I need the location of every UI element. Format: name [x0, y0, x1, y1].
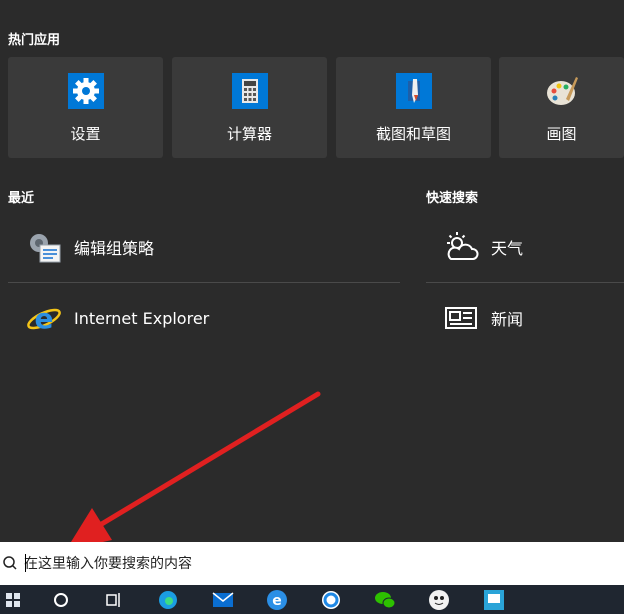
recent-item-internet-explorer[interactable]: e Internet Explorer — [26, 293, 209, 343]
app-label-settings: 设置 — [70, 125, 101, 143]
task-view-icon[interactable] — [101, 588, 127, 612]
search-input[interactable] — [24, 548, 584, 579]
edge-icon[interactable] — [155, 588, 181, 612]
recent-item-label: 编辑组策略 — [74, 239, 155, 258]
app-label-calculator: 计算器 — [226, 125, 272, 143]
weather-icon — [443, 229, 479, 265]
quick-search-divider — [426, 282, 624, 283]
news-icon — [443, 300, 479, 336]
search-icon — [0, 553, 22, 575]
app-tile-snip-sketch[interactable]: 截图和草图 — [336, 57, 491, 158]
paint-palette-icon — [544, 73, 580, 109]
svg-text:e: e — [272, 593, 282, 609]
wechat-icon[interactable] — [372, 588, 398, 612]
group-policy-icon — [26, 229, 62, 265]
recent-title: 最近 — [8, 191, 35, 206]
quick-search-item-label: 天气 — [491, 239, 524, 258]
quick-search-item-news[interactable]: 新闻 — [443, 293, 523, 343]
app-icon[interactable] — [481, 588, 507, 612]
search-bar[interactable] — [0, 542, 624, 585]
app-label-snip-sketch: 截图和草图 — [375, 125, 451, 143]
popular-apps-title: 热门应用 — [8, 33, 61, 48]
snip-sketch-icon — [395, 73, 432, 109]
cortana-icon[interactable] — [48, 588, 74, 612]
qq-browser-icon[interactable] — [318, 588, 344, 612]
app-label-paint: 画图 — [546, 125, 577, 143]
recent-item-label: Internet Explorer — [74, 308, 210, 328]
internet-explorer-icon: e — [26, 300, 62, 336]
text-caret — [25, 554, 26, 572]
mail-icon[interactable] — [210, 588, 236, 612]
svg-text:e: e — [35, 302, 54, 335]
quick-search-item-label: 新闻 — [491, 310, 524, 329]
taskbar: e — [0, 585, 624, 614]
recent-divider — [8, 282, 400, 283]
start-icon[interactable] — [0, 588, 26, 612]
app-tile-calculator[interactable]: 计算器 — [172, 57, 327, 158]
game-icon[interactable] — [426, 588, 452, 612]
settings-gear-icon — [67, 73, 104, 109]
app-tile-settings[interactable]: 设置 — [8, 57, 163, 158]
recent-item-group-policy[interactable]: 编辑组策略 — [26, 222, 154, 272]
quick-search-item-weather[interactable]: 天气 — [443, 222, 523, 272]
browser-icon[interactable]: e — [264, 588, 290, 612]
calculator-icon — [231, 73, 268, 109]
quick-search-title: 快速搜索 — [426, 191, 479, 206]
app-tile-paint[interactable]: 画图 — [499, 57, 624, 158]
